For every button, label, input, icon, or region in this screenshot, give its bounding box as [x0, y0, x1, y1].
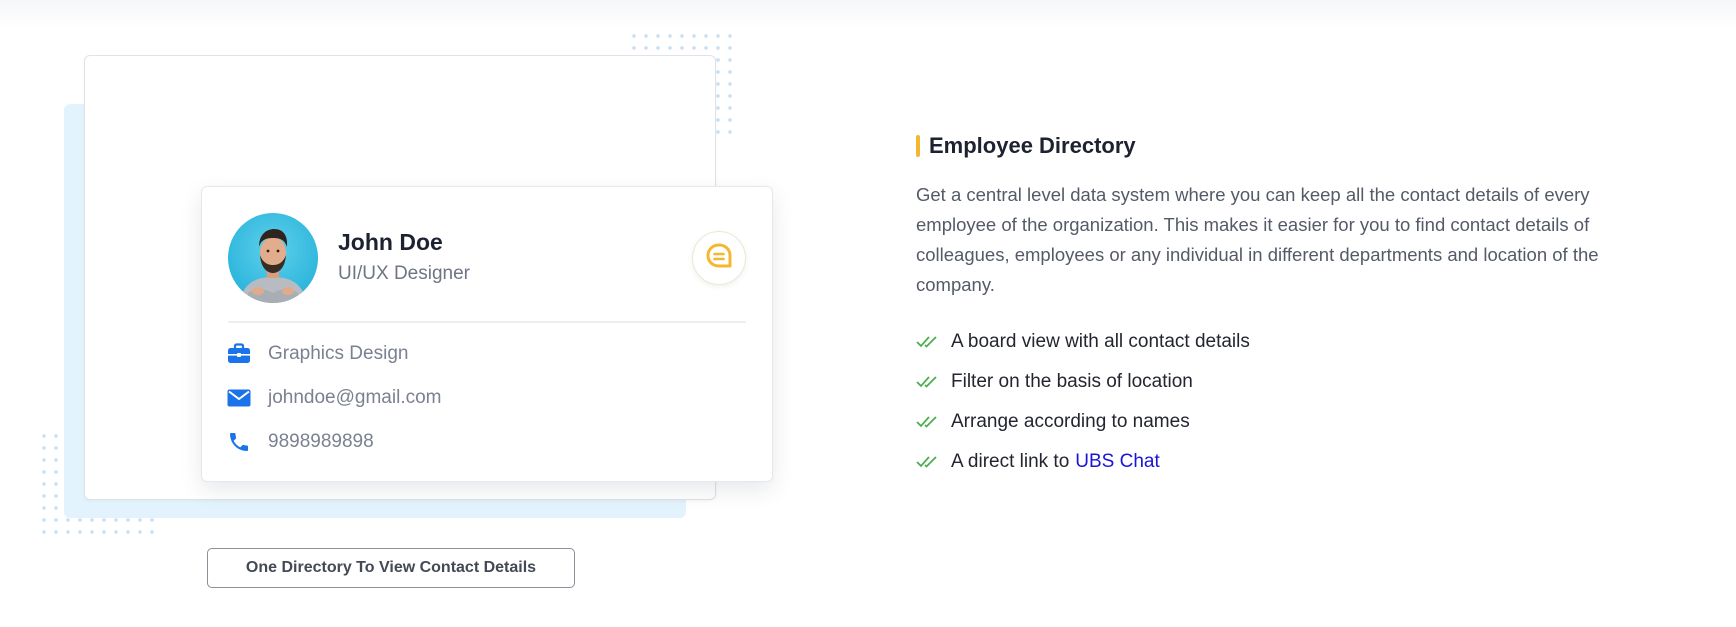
- feature-text: A board view with all contact details: [951, 331, 1250, 352]
- email-text[interactable]: johndoe@gmail.com: [268, 387, 442, 409]
- double-check-icon: [916, 454, 940, 470]
- illustration-frame: John Doe UI/UX Designer Graphics Design …: [84, 55, 773, 500]
- phone-text[interactable]: 9898989898: [268, 431, 374, 453]
- department-text: Graphics Design: [268, 343, 409, 364]
- phone-icon: [226, 429, 252, 455]
- feature-text: Filter on the basis of location: [951, 371, 1193, 392]
- feature-text: Arrange according to names: [951, 411, 1190, 432]
- avatar: [228, 213, 318, 303]
- section-heading: Employee Directory: [916, 133, 1136, 159]
- section-title: Employee Directory: [929, 133, 1136, 158]
- accent-bar: [916, 135, 920, 157]
- feature-item: A board view with all contact details: [916, 322, 1250, 362]
- double-check-icon: [916, 374, 940, 390]
- feature-item: A direct link to UBS Chat: [916, 442, 1250, 482]
- caption-button[interactable]: One Directory To View Contact Details: [207, 548, 575, 588]
- profile-card: John Doe UI/UX Designer Graphics Design …: [201, 186, 773, 482]
- page: John Doe UI/UX Designer Graphics Design …: [0, 0, 1736, 627]
- chat-bubble-icon: [705, 242, 733, 275]
- chat-button[interactable]: [692, 231, 746, 285]
- department-row: Graphics Design: [226, 341, 408, 367]
- section-description: Get a central level data system where yo…: [916, 184, 1599, 295]
- email-row: johndoe@gmail.com: [226, 385, 442, 411]
- double-check-icon: [916, 334, 940, 350]
- feature-item: Filter on the basis of location: [916, 362, 1250, 402]
- profile-role: UI/UX Designer: [338, 263, 470, 284]
- phone-row: 9898989898: [226, 429, 374, 455]
- ubs-chat-link[interactable]: UBS Chat: [1075, 451, 1159, 473]
- envelope-icon: [226, 385, 252, 411]
- card-divider: [228, 321, 746, 323]
- feature-list: A board view with all contact details Fi…: [916, 322, 1250, 482]
- profile-name: John Doe: [338, 229, 443, 255]
- double-check-icon: [916, 414, 940, 430]
- feature-text: A direct link to: [951, 451, 1070, 472]
- feature-item: Arrange according to names: [916, 402, 1250, 442]
- briefcase-icon: [226, 341, 252, 367]
